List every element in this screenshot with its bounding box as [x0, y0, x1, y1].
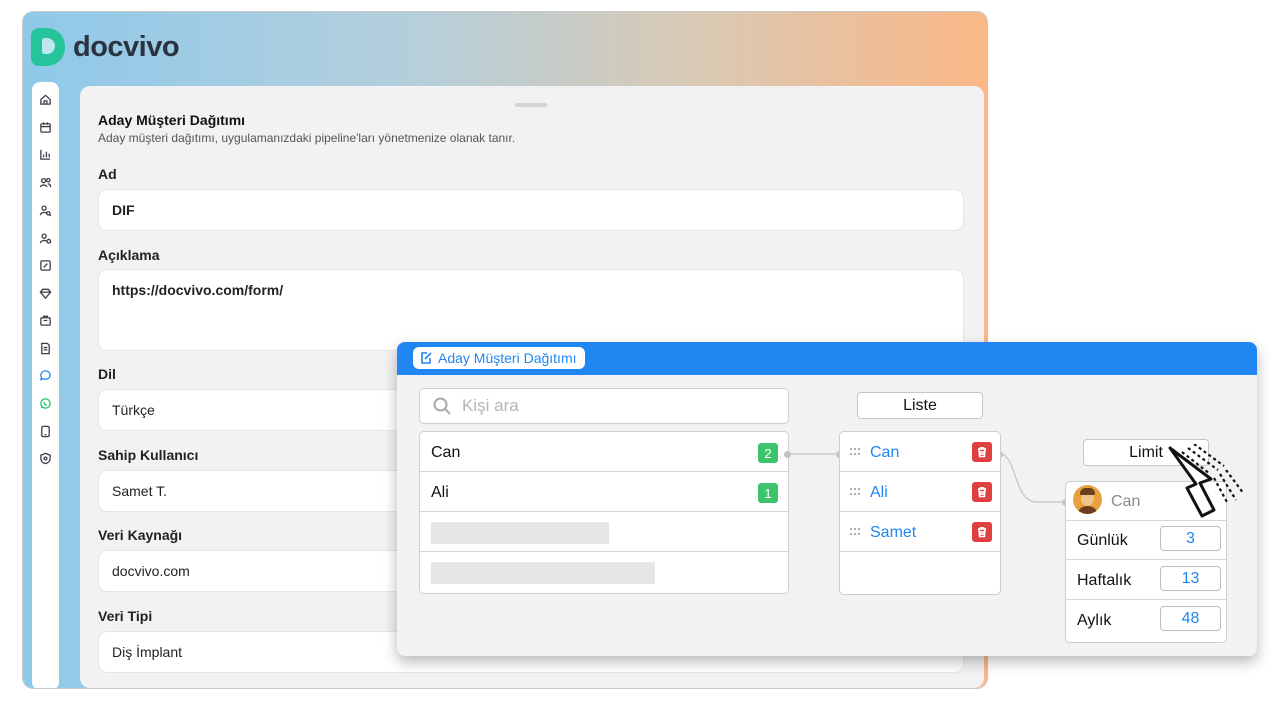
list-button[interactable]: Liste — [858, 393, 982, 418]
list-item[interactable]: Ali 1 — [420, 472, 788, 512]
search-icon — [433, 397, 451, 415]
trash-icon — [978, 487, 986, 498]
diamond-icon[interactable] — [37, 285, 54, 302]
user-search-icon[interactable] — [37, 202, 54, 219]
person-name: Ali — [431, 484, 449, 501]
limit-input[interactable]: 13 — [1161, 567, 1220, 590]
language-label: Dil — [98, 366, 116, 382]
skeleton-bar — [431, 522, 609, 544]
edit-icon — [421, 352, 432, 364]
limit-input[interactable]: 48 — [1161, 607, 1220, 630]
logo-text: docvivo — [73, 30, 180, 63]
drag-handle-icon[interactable] — [850, 448, 862, 456]
distribution-dialog: Aday Müşteri Dağıtımı Can 2 Ali 1 Liste — [397, 342, 1257, 656]
calendar-icon[interactable] — [37, 119, 54, 136]
cursor-icon — [1168, 444, 1245, 518]
logo-mark — [31, 28, 65, 66]
tablet-icon[interactable] — [37, 423, 54, 440]
limit-row-monthly: Aylık 48 — [1066, 600, 1226, 640]
description-label: Açıklama — [98, 247, 160, 263]
trash-icon — [978, 527, 986, 538]
owner-label: Sahip Kullanıcı — [98, 447, 199, 463]
count-badge: 2 — [758, 443, 778, 463]
users-icon[interactable] — [37, 174, 54, 191]
limit-label: Haftalık — [1077, 572, 1132, 589]
connector-dot — [784, 451, 791, 458]
trash-icon — [978, 447, 986, 458]
dialog-title: Aday Müşteri Dağıtımı — [438, 350, 577, 366]
logo: docvivo — [31, 28, 180, 66]
assigned-name: Can — [870, 444, 900, 461]
source-label: Veri Kaynağı — [98, 527, 183, 543]
dialog-header: Aday Müşteri Dağıtımı — [397, 342, 1257, 375]
shield-icon[interactable] — [37, 450, 54, 467]
name-label: Ad — [98, 166, 117, 182]
person-name: Can — [431, 444, 461, 461]
page-title: Aday Müşteri Dağıtımı — [98, 112, 246, 128]
type-label: Veri Tipi — [98, 608, 153, 624]
assigned-name: Ali — [870, 484, 888, 501]
delete-button[interactable] — [972, 442, 992, 462]
skeleton-bar — [431, 562, 655, 584]
limit-label: Aylık — [1077, 612, 1112, 629]
bag-icon[interactable] — [37, 312, 54, 329]
list-item[interactable]: Ali — [840, 472, 1000, 512]
placeholder-row — [420, 512, 788, 552]
people-list: Can 2 Ali 1 — [420, 432, 788, 593]
description-field[interactable]: https://docvivo.com/form/ — [99, 270, 963, 350]
drag-handle[interactable] — [515, 103, 547, 107]
drag-handle-icon[interactable] — [850, 488, 862, 496]
assigned-name: Samet — [870, 524, 917, 541]
chart-icon[interactable] — [37, 146, 54, 163]
document-icon[interactable] — [37, 340, 54, 357]
avatar — [1073, 485, 1102, 514]
report-icon[interactable] — [37, 257, 54, 274]
drag-handle-icon[interactable] — [850, 528, 862, 536]
assigned-list: Can Ali Samet — [840, 432, 1000, 594]
limit-person-name: Can — [1111, 493, 1141, 510]
placeholder-row — [420, 552, 788, 592]
limit-label: Günlük — [1077, 532, 1128, 549]
chat-icon[interactable] — [37, 367, 54, 384]
name-field[interactable]: DIF — [99, 190, 963, 230]
whatsapp-icon[interactable] — [37, 395, 54, 412]
sidebar — [32, 82, 59, 688]
list-item[interactable]: Samet — [840, 512, 1000, 552]
home-icon[interactable] — [37, 91, 54, 108]
limit-row-daily: Günlük 3 — [1066, 520, 1226, 560]
dialog-title-pill: Aday Müşteri Dağıtımı — [413, 347, 585, 369]
delete-button[interactable] — [972, 482, 992, 502]
delete-button[interactable] — [972, 522, 992, 542]
list-item[interactable]: Can 2 — [420, 432, 788, 472]
limit-input[interactable]: 3 — [1161, 527, 1220, 550]
list-item[interactable]: Can — [840, 432, 1000, 472]
user-settings-icon[interactable] — [37, 230, 54, 247]
person-search[interactable] — [420, 389, 788, 423]
search-input[interactable] — [460, 395, 764, 417]
limit-row-weekly: Haftalık 13 — [1066, 560, 1226, 600]
count-badge: 1 — [758, 483, 778, 503]
page-subtitle: Aday müşteri dağıtımı, uygulamanızdaki p… — [98, 131, 516, 145]
